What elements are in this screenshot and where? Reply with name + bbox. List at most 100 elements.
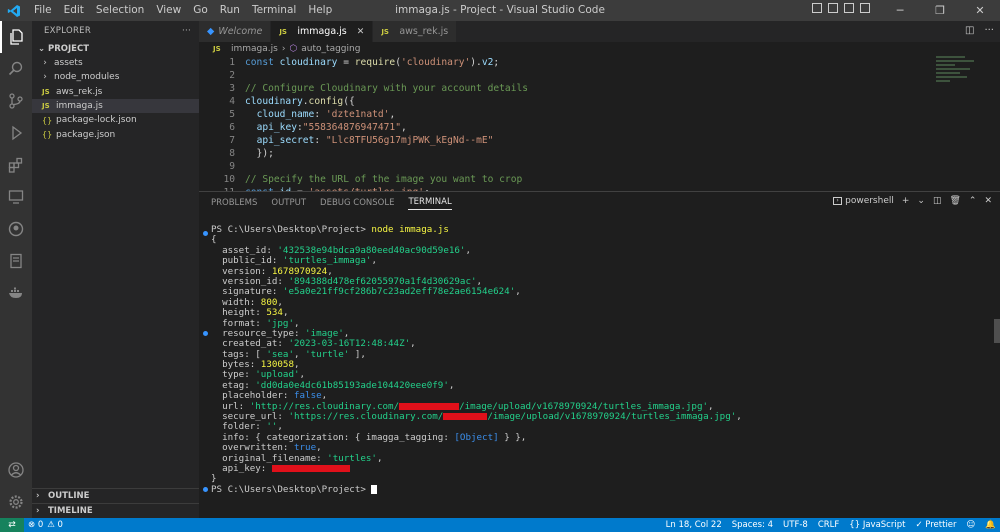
tree-item-aws-rek-js[interactable]: JS aws_rek.js [32,85,199,99]
breadcrumb-symbol[interactable]: auto_tagging [301,44,360,54]
remote-explorer-icon[interactable] [0,181,32,213]
kill-terminal-button[interactable]: 🗑 [949,196,960,206]
menu-file[interactable]: File [28,0,58,21]
notifications-bell-icon[interactable]: 🔔 [985,520,996,530]
line-number: 5 [229,109,235,120]
split-editor-icon[interactable]: ◫ [965,25,974,36]
maximize-panel-button[interactable]: ⌃ [969,196,977,206]
command-decoration-icon[interactable] [203,487,208,492]
minimap[interactable] [936,56,984,96]
code-token: require [354,57,396,68]
chevron-right-icon: › [36,506,40,516]
encoding[interactable]: UTF-8 [783,520,808,530]
timeline-section[interactable]: › TIMELINE [32,503,199,518]
terminal-token: , [294,359,300,371]
new-terminal-button[interactable]: + [902,196,910,206]
indentation[interactable]: Spaces: 4 [732,520,773,530]
tree-item-package-lock-json[interactable]: {} package-lock.json [32,113,199,127]
tree-item-node-modules[interactable]: › node_modules [32,70,199,84]
run-debug-icon[interactable] [0,117,32,149]
terminal-token: [Object] [454,431,499,443]
terminal-token: height: [211,307,267,319]
command-decoration-icon[interactable] [203,331,208,336]
project-section[interactable]: ⌄ PROJECT [32,41,199,56]
code-line: 5 cloud_name: 'dzte1natd', [199,108,1000,121]
feedback-icon[interactable]: ☺ [967,520,976,530]
tree-item-package-json[interactable]: {} package.json [32,127,199,141]
function-symbol-icon: ⬡ [289,44,298,54]
panel-tab-terminal[interactable]: TERMINAL [408,197,452,210]
code-line: 6 api_key:"558364876947471", [199,121,1000,134]
shell-selector[interactable]: › powershell [833,196,894,206]
explorer-icon[interactable] [0,21,32,53]
terminal-output[interactable]: PS C:\Users\Desktop\Project> node immaga… [211,224,742,495]
menu-run[interactable]: Run [214,0,246,21]
tab-aws-rek-js[interactable]: JS aws_rek.js [373,21,458,42]
breadcrumb-separator: › [281,44,286,54]
outline-section[interactable]: › OUTLINE [32,488,199,503]
terminal-token: tags: [ [211,348,267,360]
split-terminal-button[interactable]: ◫ [933,196,942,206]
cursor-position[interactable]: Ln 18, Col 22 [666,520,722,530]
toggle-secondary-sidebar-icon[interactable] [844,3,854,13]
terminal-token: 'sea' [266,348,294,360]
language-mode[interactable]: {} JavaScript [849,520,905,530]
terminal-token: url: [211,400,250,412]
panel-tab-output[interactable]: OUTPUT [271,198,306,208]
terminal-dropdown-button[interactable]: ⌄ [917,196,925,206]
tree-item-immaga-js[interactable]: JS immaga.js [32,98,199,114]
close-tab-icon[interactable]: ✕ [357,27,365,37]
terminal-scrollbar[interactable] [994,319,1000,343]
notebook-icon[interactable] [0,245,32,277]
customize-layout-icon[interactable] [860,3,870,13]
menu-selection[interactable]: Selection [90,0,150,21]
source-control-icon[interactable] [0,85,32,117]
end-of-line[interactable]: CRLF [818,520,839,530]
terminal-token: PS C:\Users\Desktop\Project> [211,483,372,495]
shell-name: powershell [845,196,894,206]
more-actions-button[interactable]: ··· [182,26,191,36]
tree-item-label: immaga.js [56,101,103,112]
explorer-sidebar: EXPLORER ··· ⌄ PROJECT › assets › node_modu… [32,21,199,518]
terminal-token: resource_type: [211,327,306,339]
menu-help[interactable]: Help [302,0,338,21]
menu-go[interactable]: Go [187,0,214,21]
errors-count[interactable]: ⊗ 0 [28,520,43,530]
json-file-icon: {} [42,115,53,125]
docker-icon[interactable] [0,277,32,309]
close-panel-button[interactable]: ✕ [984,196,992,206]
code-token: : [314,135,326,146]
tab-welcome[interactable]: ◆ Welcome [199,21,272,42]
maximize-button[interactable]: ❐ [920,0,960,21]
warnings-count[interactable]: ⚠ 0 [47,520,63,530]
panel-tab-debug-console[interactable]: DEBUG CONSOLE [320,198,394,208]
terminal-token: created_at: [211,338,289,350]
manage-gear-icon[interactable] [0,486,32,518]
command-decoration-icon[interactable] [203,231,208,236]
panel-tab-problems[interactable]: PROBLEMS [211,198,257,208]
terminal-token: , [410,338,416,350]
menu-edit[interactable]: Edit [58,0,90,21]
breadcrumb-file[interactable]: immaga.js [231,44,278,54]
prettier-status[interactable]: ✓ Prettier [915,520,956,530]
menu-terminal[interactable]: Terminal [246,0,302,21]
accounts-icon[interactable] [0,454,32,486]
toggle-primary-sidebar-icon[interactable] [812,3,822,13]
close-button[interactable]: ✕ [960,0,1000,21]
search-icon[interactable] [0,53,32,85]
minimize-button[interactable]: ─ [880,0,920,21]
remote-indicator-icon[interactable]: ⇄ [0,518,24,532]
tab-immaga-js[interactable]: JS immaga.js ✕ [271,21,374,42]
code-token: "558364876947471" [302,122,401,133]
code-editor[interactable]: 1 const cloudinary = require('cloudinary'… [199,56,1000,191]
terminal-token: version_id: [211,275,289,287]
toggle-panel-icon[interactable] [828,3,838,13]
more-actions-icon[interactable]: ··· [984,25,994,36]
tree-item-assets[interactable]: › assets [32,56,199,70]
menu-view[interactable]: View [150,0,187,21]
github-icon[interactable] [0,213,32,245]
chevron-down-icon: ⌄ [38,43,46,54]
extensions-icon[interactable] [0,149,32,181]
editor-tabs: ◆ Welcome JS immaga.js ✕ JS aws_rek.js ◫ ··· [199,21,1000,42]
